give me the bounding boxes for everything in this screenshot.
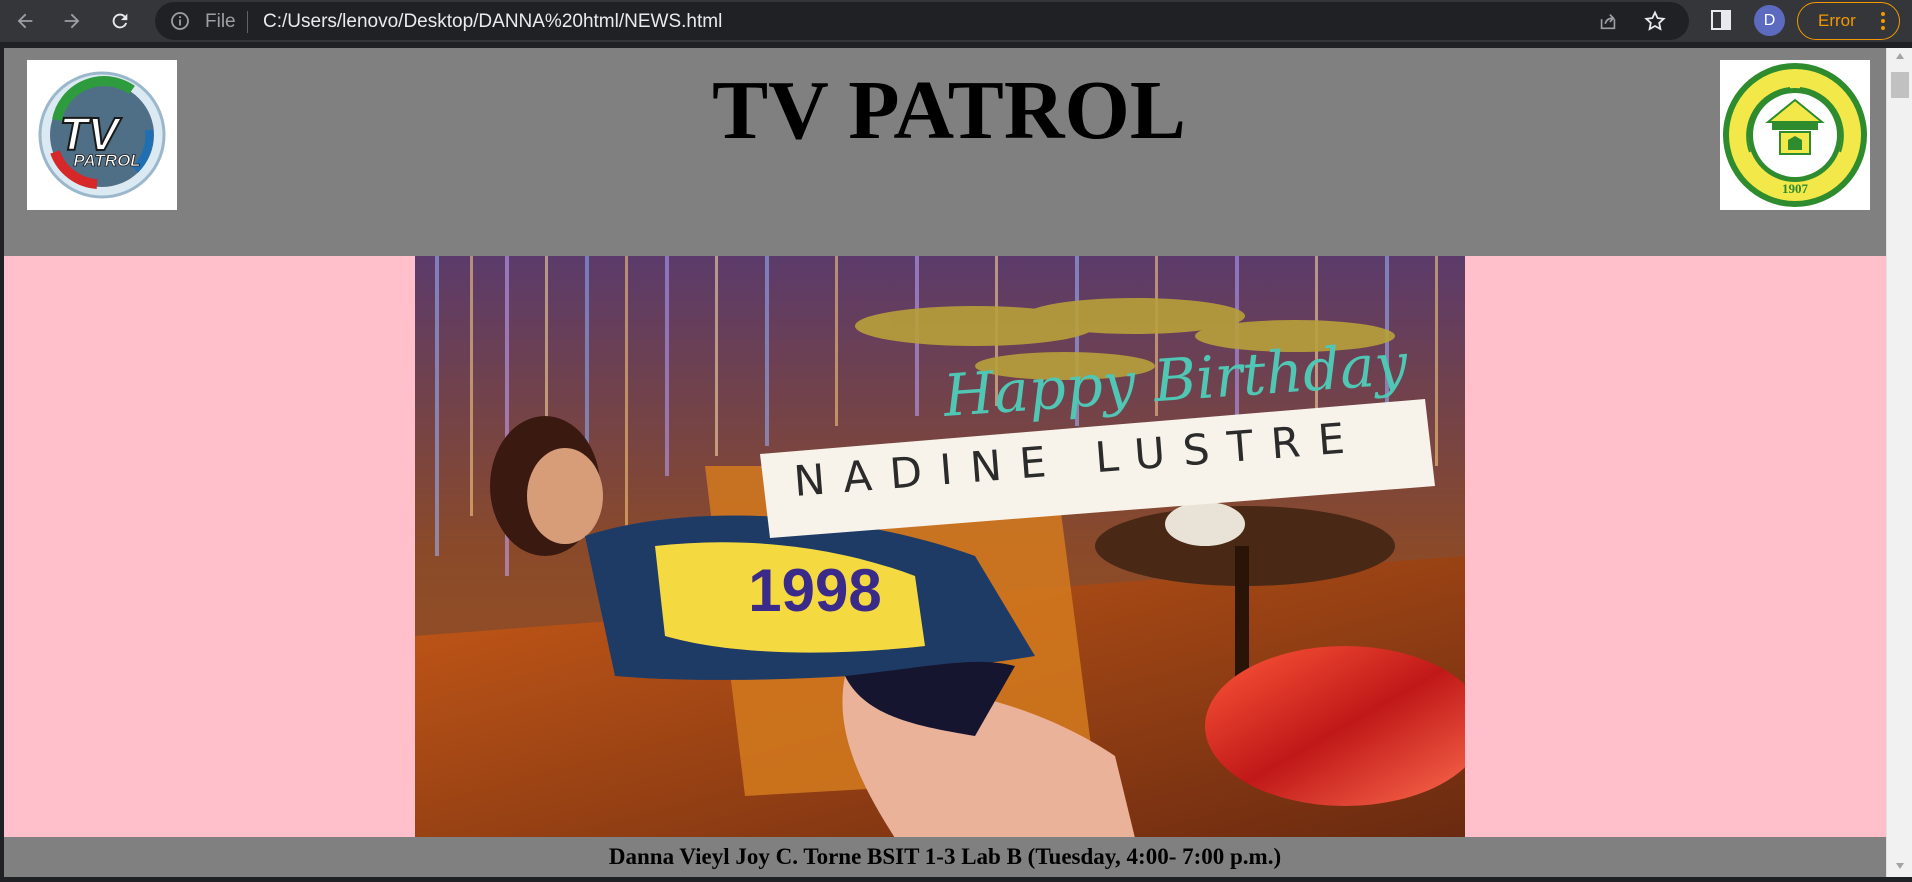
share-icon[interactable] xyxy=(1597,10,1619,32)
footer-credit: Danna Vieyl Joy C. Torne BSIT 1-3 Lab B … xyxy=(608,844,1282,869)
omnibox-divider xyxy=(247,11,248,33)
address-bar[interactable]: File C:/Users/lenovo/Desktop/DANNA%20htm… xyxy=(155,2,1689,40)
url-text[interactable]: C:/Users/lenovo/Desktop/DANNA%20html/NEW… xyxy=(263,11,722,33)
reload-icon[interactable] xyxy=(100,1,140,41)
vertical-scrollbar[interactable] xyxy=(1886,48,1912,877)
seal-year: 1907 xyxy=(1782,181,1809,196)
error-button[interactable]: Error xyxy=(1797,2,1900,40)
page-viewport: TV PATROL TV PATROL 1907 1998 Happy Birt… xyxy=(4,48,1886,877)
shirt-text: 1998 xyxy=(748,557,881,624)
scroll-up-arrow-icon[interactable] xyxy=(1895,52,1905,60)
page-title: TV PATROL xyxy=(712,64,1186,157)
browser-toolbar: File C:/Users/lenovo/Desktop/DANNA%20htm… xyxy=(0,0,1912,42)
star-icon[interactable] xyxy=(1643,9,1667,33)
page-footer: Danna Vieyl Joy C. Torne BSIT 1-3 Lab B … xyxy=(4,837,1886,877)
page-header: TV PATROL TV PATROL 1907 xyxy=(4,48,1886,256)
more-vert-icon[interactable] xyxy=(1881,11,1885,31)
forward-arrow-icon[interactable] xyxy=(52,1,92,41)
window-bottom-edge xyxy=(0,877,1912,882)
profile-avatar[interactable]: D xyxy=(1754,5,1785,36)
info-icon[interactable] xyxy=(170,11,190,31)
scroll-down-arrow-icon[interactable] xyxy=(1895,862,1905,870)
side-panel-icon[interactable] xyxy=(1710,9,1732,31)
url-scheme-label: File xyxy=(205,11,236,32)
university-seal-logo: 1907 xyxy=(1720,60,1870,210)
birthday-banner-image: 1998 Happy Birthday NADINE LUSTRE xyxy=(415,256,1465,838)
scrollbar-thumb[interactable] xyxy=(1891,72,1909,98)
back-arrow-icon[interactable] xyxy=(5,1,45,41)
error-label: Error xyxy=(1818,11,1856,30)
